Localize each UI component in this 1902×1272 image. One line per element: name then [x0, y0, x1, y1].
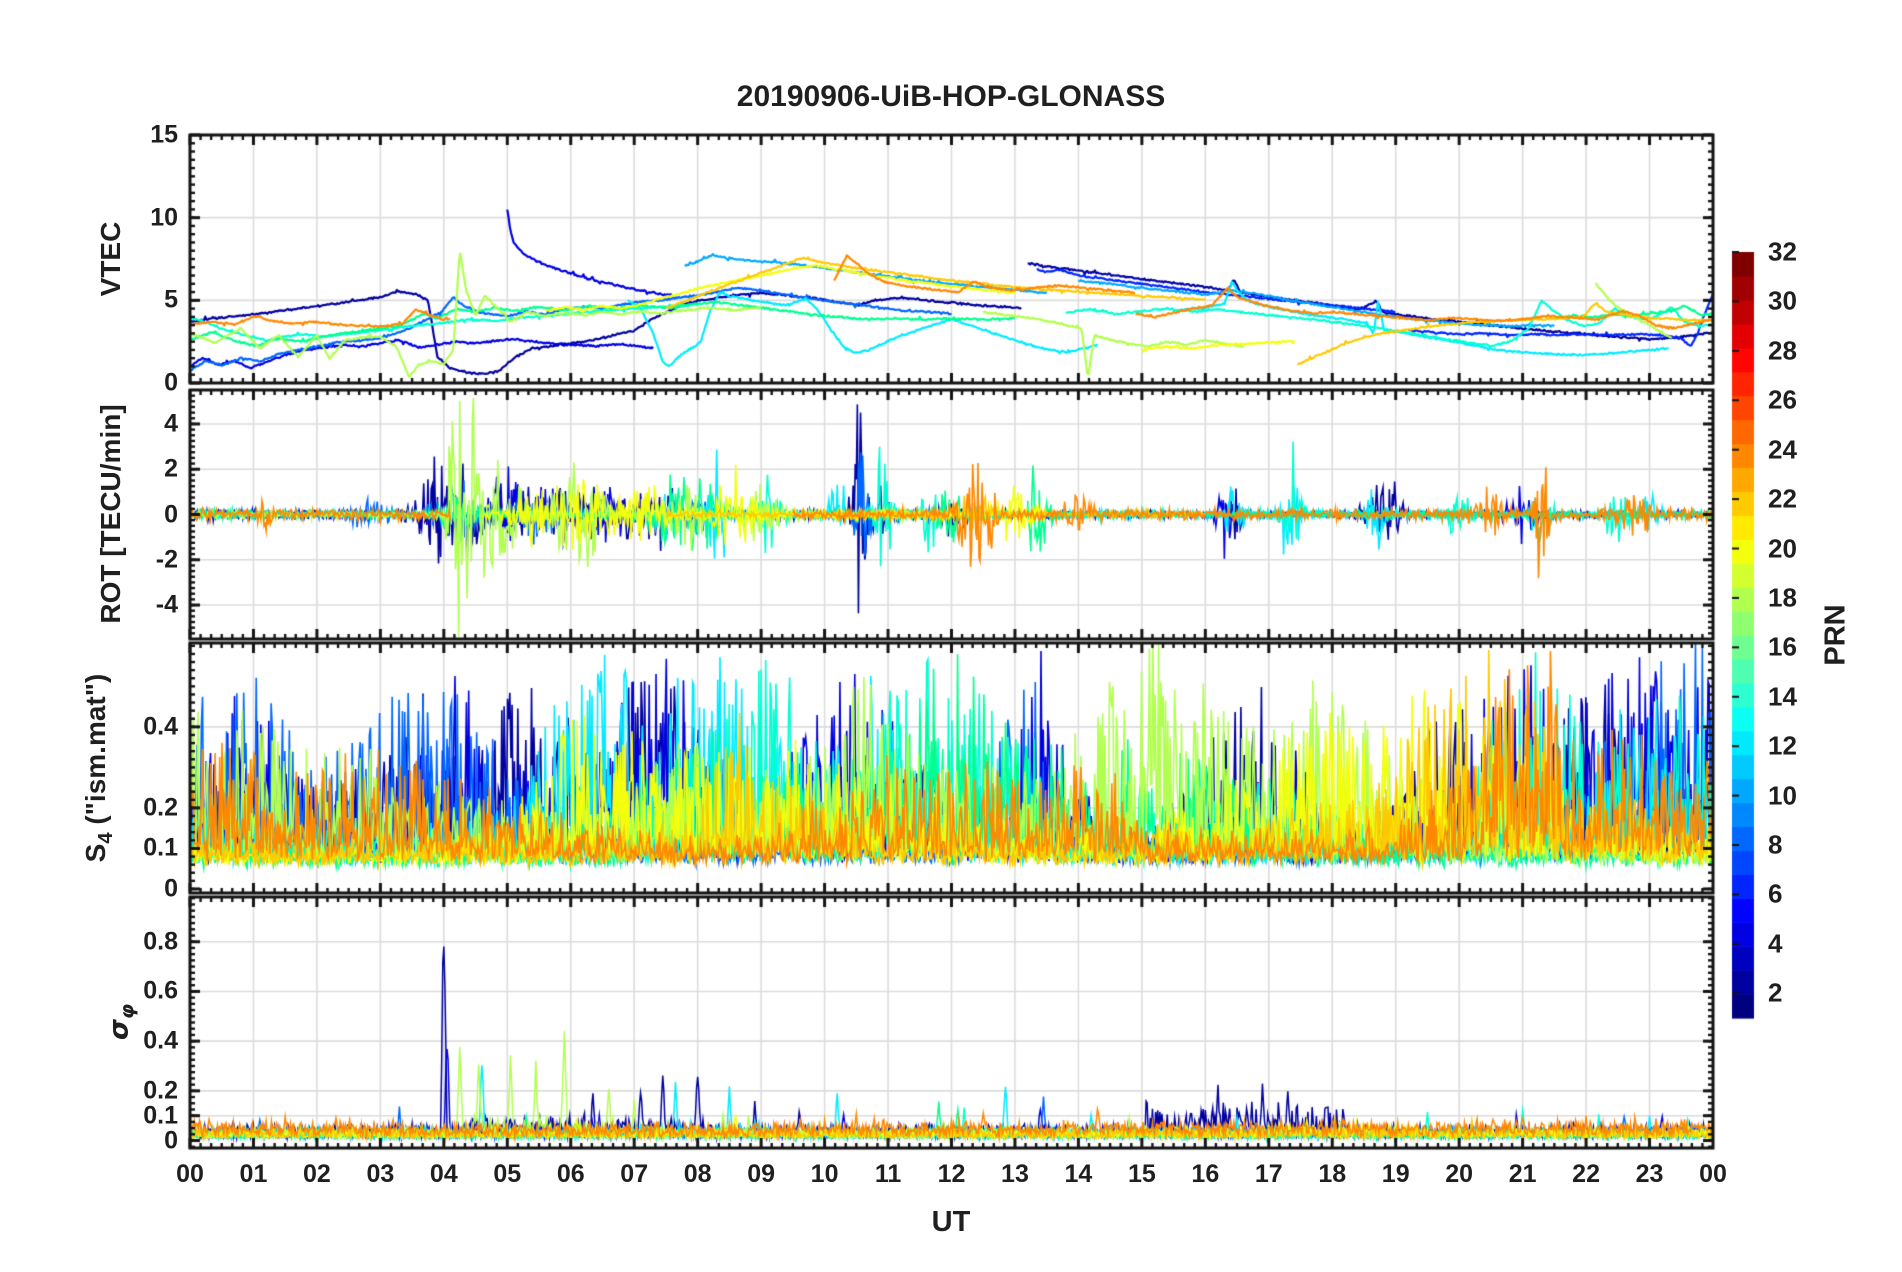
colorbar-tick-label: 16 [1768, 631, 1797, 662]
sigma_phi-y-tick-label: 0.2 [143, 1076, 178, 1105]
sigma_phi-y-tick-label: 0.4 [143, 1026, 178, 1055]
colorbar-tick-label: 18 [1768, 582, 1797, 613]
x-tick-label: 22 [1572, 1160, 1600, 1188]
vtec-y-tick-label: 5 [164, 285, 178, 314]
x-tick-label: 04 [429, 1160, 458, 1188]
figure-root: 20190906-UiB-HOP-GLONASS VTEC ROT [TECU/… [0, 0, 1902, 1272]
colorbar-tick-label: 14 [1768, 681, 1797, 712]
s4-y-tick-label: 0.4 [143, 712, 178, 741]
vtec-axis-label: VTEC [95, 221, 126, 297]
rot-y-tick-label: -4 [155, 590, 178, 619]
x-tick-label: 10 [810, 1160, 839, 1188]
s4-y-tick-label: 0.1 [143, 833, 178, 862]
chart-title: 20190906-UiB-HOP-GLONASS [736, 80, 1166, 113]
colorbar-tick-label: 10 [1768, 780, 1797, 811]
colorbar-tick-label: 22 [1768, 483, 1797, 514]
colorbar-tick-label: 20 [1768, 533, 1797, 564]
x-tick-label: 18 [1318, 1160, 1347, 1188]
x-tick-label: 12 [937, 1160, 966, 1188]
x-tick-label: 13 [1001, 1160, 1029, 1188]
x-tick-label: 19 [1381, 1160, 1410, 1188]
x-tick-label: 03 [366, 1160, 395, 1188]
colorbar-tick-label: 30 [1768, 285, 1797, 316]
s4-axis-label: S4 ("ism.mat") [80, 673, 117, 863]
colorbar-tick-label: 12 [1768, 730, 1797, 761]
x-tick-label: 08 [683, 1160, 712, 1188]
vtec-y-tick-label: 10 [150, 203, 178, 232]
sigma_phi-y-tick-label: 0.6 [143, 976, 178, 1005]
s4-y-tick-label: 0.2 [143, 793, 178, 822]
colorbar-label: PRN [1819, 604, 1852, 666]
rot-y-tick-label: 4 [164, 409, 178, 438]
x-tick-label: 21 [1508, 1160, 1537, 1188]
sigma-phi-axis-label: σφ [103, 1003, 139, 1041]
colorbar-tick-label: 24 [1768, 434, 1797, 465]
vtec-y-tick-label: 15 [150, 120, 178, 149]
colorbar-tick-label: 6 [1768, 878, 1783, 909]
x-tick-label: 15 [1127, 1160, 1156, 1188]
x-tick-label: 17 [1254, 1160, 1283, 1188]
chart-canvas [0, 0, 1902, 1272]
x-tick-label: 05 [493, 1160, 522, 1188]
colorbar-tick-label: 32 [1768, 236, 1797, 267]
x-tick-label: 00 [176, 1160, 204, 1188]
colorbar-tick-label: 4 [1768, 928, 1783, 959]
x-tick-label: 11 [874, 1160, 902, 1188]
sigma_phi-y-tick-label: 0.1 [143, 1101, 178, 1130]
x-axis-label: UT [931, 1206, 971, 1238]
colorbar-tick-label: 26 [1768, 384, 1797, 415]
x-tick-label: 09 [747, 1160, 776, 1188]
x-tick-label: 14 [1064, 1160, 1093, 1188]
x-tick-label: 23 [1635, 1160, 1664, 1188]
colorbar-tick-label: 8 [1768, 829, 1783, 860]
x-tick-label: 20 [1445, 1160, 1474, 1188]
vtec-y-tick-label: 0 [164, 368, 178, 397]
x-tick-label: 16 [1191, 1160, 1220, 1188]
sigma_phi-y-tick-label: 0 [164, 1126, 178, 1155]
x-tick-label: 02 [303, 1160, 331, 1188]
rot-y-tick-label: 2 [164, 454, 178, 483]
x-tick-label: 07 [620, 1160, 649, 1188]
rot-y-tick-label: -2 [155, 545, 178, 574]
sigma_phi-y-tick-label: 0.8 [143, 927, 178, 956]
colorbar-tick-label: 2 [1768, 977, 1783, 1008]
colorbar-tick-label: 28 [1768, 335, 1797, 366]
x-tick-label: 00 [1699, 1160, 1727, 1188]
rot-y-tick-label: 0 [164, 500, 178, 528]
rot-axis-label: ROT [TECU/min] [95, 404, 126, 624]
x-tick-label: 01 [239, 1160, 268, 1188]
s4-y-tick-label: 0 [164, 874, 178, 903]
x-tick-label: 06 [556, 1160, 585, 1188]
